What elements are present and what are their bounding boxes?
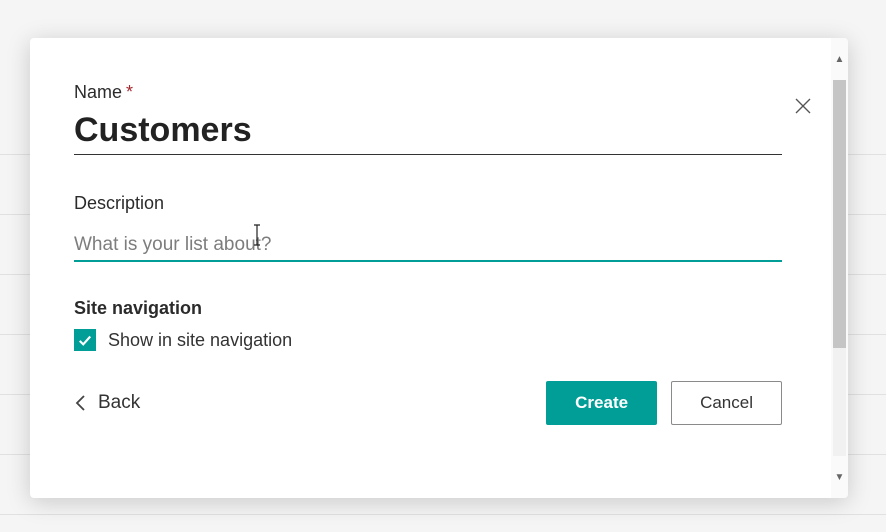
close-icon — [795, 98, 811, 114]
site-navigation-heading: Site navigation — [74, 298, 787, 319]
description-input[interactable] — [74, 228, 782, 262]
back-label: Back — [98, 392, 140, 414]
scroll-down-icon[interactable]: ▼ — [831, 456, 848, 498]
create-button[interactable]: Create — [546, 381, 657, 425]
description-label: Description — [74, 193, 787, 214]
dialog-footer: Back Create Cancel — [74, 381, 782, 425]
description-field: Description — [74, 193, 787, 262]
create-list-dialog: Name* Customers Description Site navigat… — [30, 38, 848, 498]
show-in-nav-checkbox[interactable] — [74, 329, 96, 351]
back-button[interactable]: Back — [74, 392, 140, 414]
scroll-up-icon[interactable]: ▲ — [831, 38, 848, 80]
required-marker: * — [126, 82, 133, 102]
scrollbar-thumb[interactable] — [833, 80, 846, 348]
checkmark-icon — [78, 333, 92, 347]
close-button[interactable] — [789, 92, 817, 120]
site-navigation-section: Site navigation Show in site navigation — [74, 298, 787, 351]
cancel-button[interactable]: Cancel — [671, 381, 782, 425]
scrollbar[interactable]: ▲ ▼ — [831, 38, 848, 498]
show-in-nav-label: Show in site navigation — [108, 330, 292, 351]
chevron-left-icon — [74, 394, 88, 412]
name-label: Name* — [74, 82, 787, 103]
name-input[interactable]: Customers — [74, 109, 782, 155]
name-field: Name* Customers — [74, 82, 787, 155]
